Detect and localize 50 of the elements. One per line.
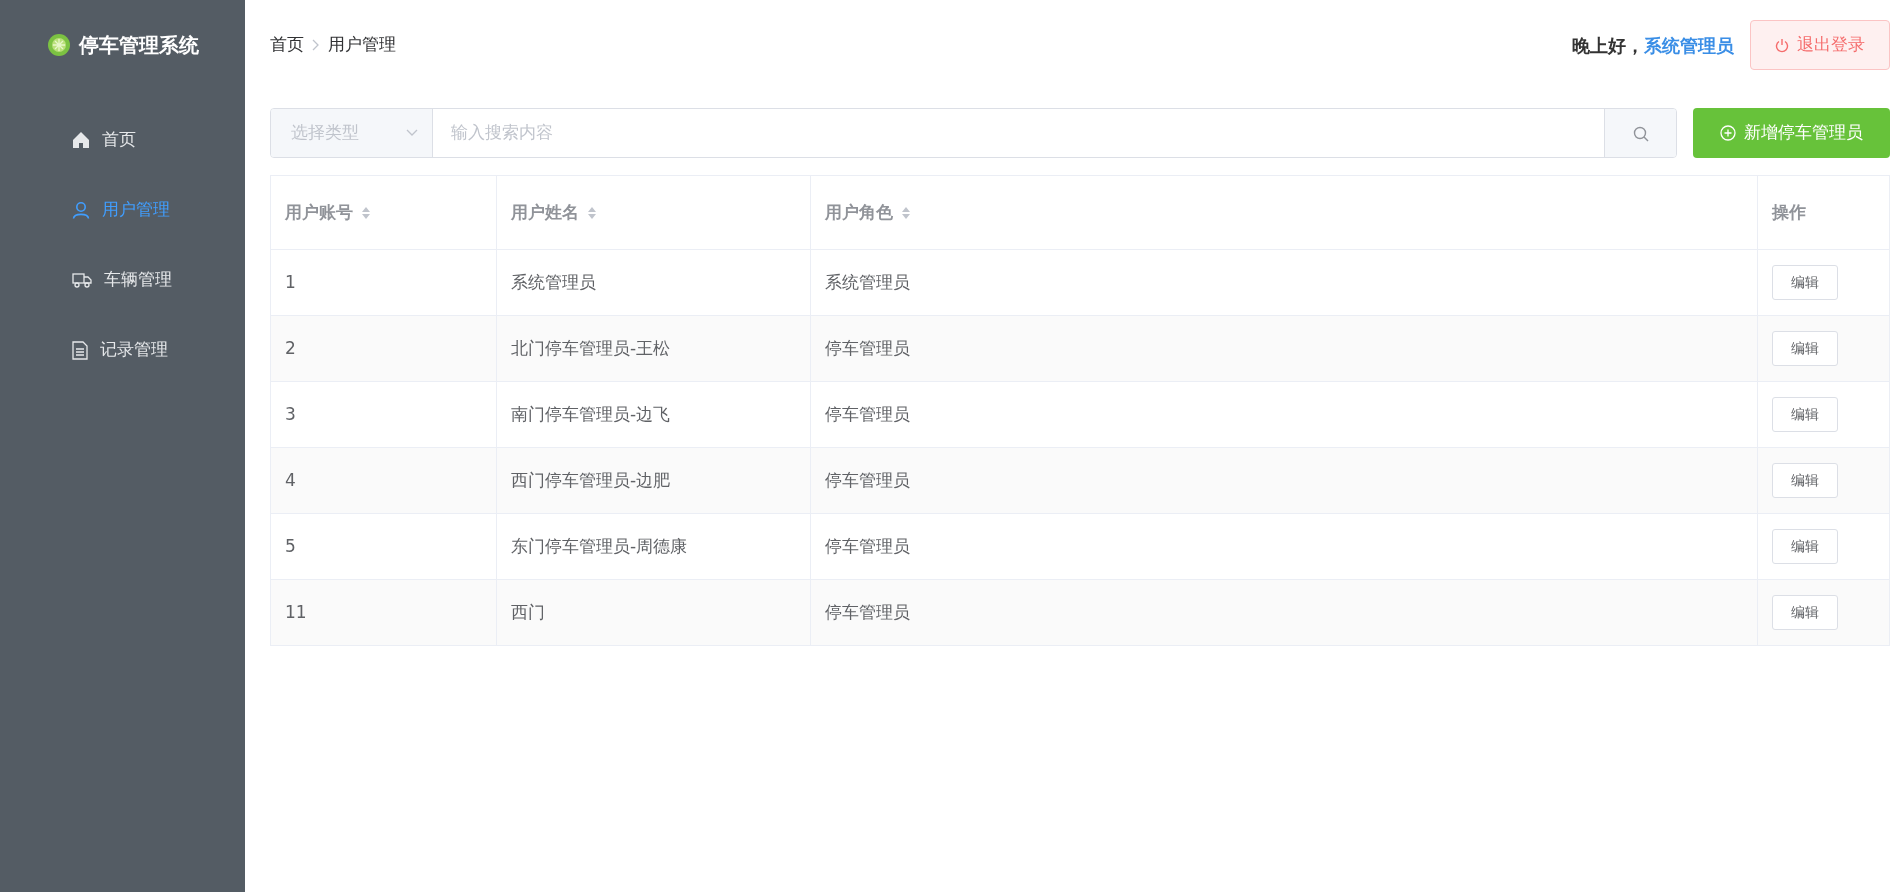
sort-icon[interactable] [587,205,597,220]
table-cell: 系统管理员 [511,271,596,292]
table-cell: 北门停车管理员-王松 [511,337,671,358]
table-cell: 停车管理员 [825,601,910,622]
search-icon [1632,125,1649,142]
table-cell: 西门停车管理员-边肥 [511,469,671,490]
edit-button[interactable]: 编辑 [1772,463,1838,498]
edit-button[interactable]: 编辑 [1772,331,1838,366]
document-icon [72,340,88,360]
table-cell: 停车管理员 [825,337,910,358]
lime-logo-icon [46,33,71,57]
edit-button[interactable]: 编辑 [1772,529,1838,564]
column-header: 操作 [1772,200,1806,224]
table-cell: 停车管理员 [825,469,910,490]
table-cell: 西门 [511,601,545,622]
table-cell: 5 [285,535,296,556]
app-title: 停车管理系统 [78,32,199,59]
table-cell: 3 [285,403,296,424]
power-icon [1775,37,1789,53]
user-icon [72,201,90,219]
table-cell: 系统管理员 [825,271,910,292]
table-cell: 停车管理员 [825,403,910,424]
chevron-right-icon [312,39,320,51]
table-cell: 1 [285,271,296,292]
home-icon [72,131,90,149]
edit-button[interactable]: 编辑 [1772,397,1838,432]
sidebar-item[interactable]: 车辆管理 [0,245,245,315]
truck-icon [72,272,92,288]
sort-icon[interactable] [361,205,371,220]
table-cell: 4 [285,469,296,490]
edit-button[interactable]: 编辑 [1772,265,1838,300]
table-cell: 东门停车管理员-周德康 [511,535,688,556]
greeting-text: 晚上好， [1572,33,1644,58]
sort-icon[interactable] [901,205,911,220]
column-header: 用户角色 [825,199,911,226]
column-header: 用户姓名 [511,199,597,226]
table-cell: 停车管理员 [825,535,910,556]
sidebar-item[interactable]: 首页 [0,105,245,175]
table-cell: 11 [285,601,307,622]
sidebar-item[interactable]: 记录管理 [0,315,245,385]
table-cell: 2 [285,337,296,358]
breadcrumb-link[interactable]: 首页 [270,32,304,58]
edit-button[interactable]: 编辑 [1772,595,1838,630]
chevron-down-icon [406,129,418,137]
search-button[interactable] [1604,109,1676,157]
plus-circle-icon [1720,125,1736,141]
column-header: 用户账号 [285,199,371,226]
table-cell: 南门停车管理员-边飞 [511,403,671,424]
user-name: 系统管理员 [1644,33,1734,58]
breadcrumb-link[interactable]: 用户管理 [328,32,396,58]
